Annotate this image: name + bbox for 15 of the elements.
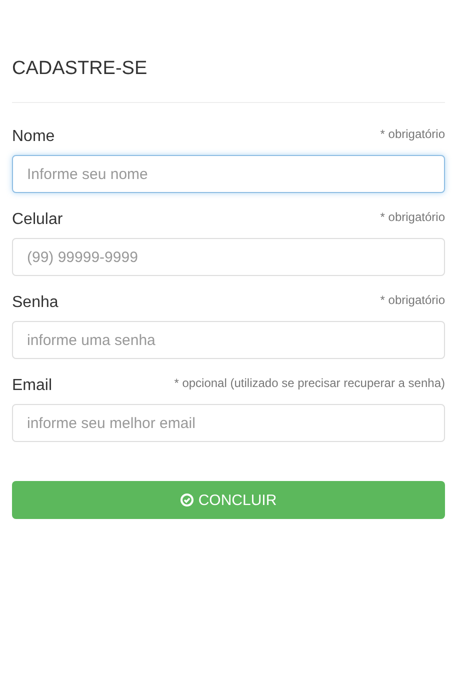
field-note: * obrigatório (380, 293, 445, 307)
field-note: * opcional (utilizado se precisar recuperar a senha) (174, 376, 445, 390)
field-label: Nome (12, 128, 55, 146)
field-note: * obrigatório (380, 210, 445, 224)
field-label: Email (12, 377, 52, 395)
submit-button[interactable]: CONCLUIR (12, 481, 445, 519)
input-field[interactable]: (99) 99999-9999 (12, 238, 445, 276)
field-label: Senha (12, 294, 58, 312)
field-note: * obrigatório (380, 127, 445, 141)
check-circle-icon (180, 493, 194, 507)
page-title: CADASTRE-SE (12, 57, 148, 80)
field-label: Celular (12, 211, 63, 229)
input-field[interactable]: informe uma senha (12, 321, 445, 359)
input-field[interactable]: Informe seu nome (12, 155, 445, 193)
input-field[interactable]: informe seu melhor email (12, 404, 445, 442)
